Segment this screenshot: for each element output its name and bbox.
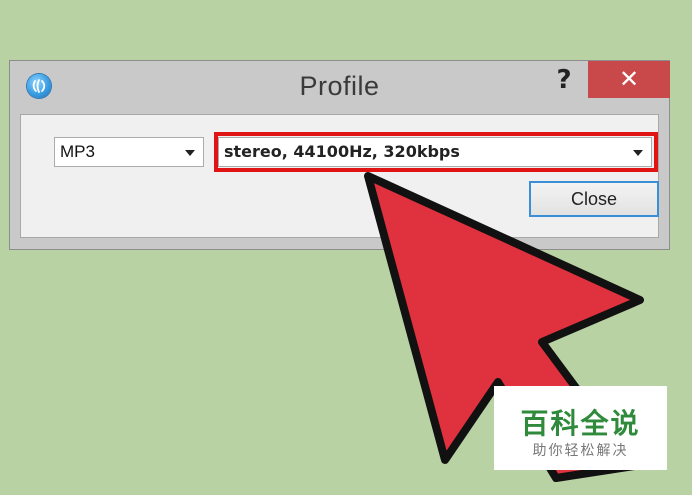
watermark-title: 百科全说 bbox=[520, 407, 641, 440]
chevron-down-icon bbox=[185, 150, 195, 156]
close-icon: ✕ bbox=[618, 65, 640, 93]
watermark-subtitle: 助你轻松解决 bbox=[532, 443, 629, 459]
quality-dropdown-value: stereo, 44100Hz, 320kbps bbox=[224, 142, 460, 161]
format-dropdown-value: MP3 bbox=[60, 142, 95, 161]
close-button[interactable]: Close bbox=[529, 181, 659, 217]
chevron-down-icon bbox=[633, 150, 643, 156]
help-button[interactable]: ? bbox=[551, 65, 577, 95]
profile-dialog: Profile ? ✕ MP3 stereo, 44100Hz, 320kbps… bbox=[9, 60, 670, 250]
title-bar: Profile ? ✕ bbox=[10, 61, 670, 113]
quality-dropdown[interactable]: stereo, 44100Hz, 320kbps bbox=[218, 137, 652, 167]
format-dropdown[interactable]: MP3 bbox=[54, 137, 204, 167]
watermark: 百科全说 助你轻松解决 bbox=[494, 386, 667, 470]
window-close-button[interactable]: ✕ bbox=[588, 61, 670, 98]
dialog-content: MP3 stereo, 44100Hz, 320kbps Close bbox=[20, 114, 659, 238]
